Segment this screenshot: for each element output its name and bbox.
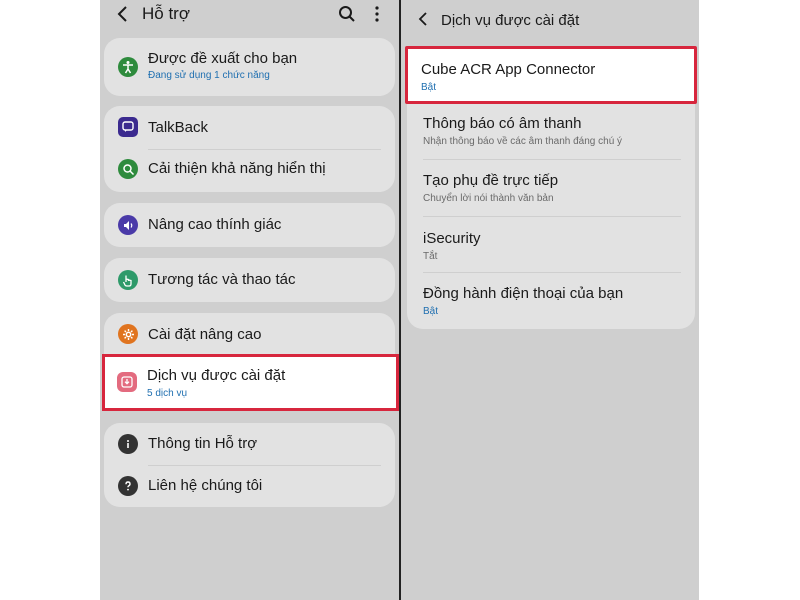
recommended-card: Được đề xuất cho bạn Đang sử dụng 1 chức… (104, 38, 395, 96)
service-subtitle: Nhận thông báo về các âm thanh đáng chú … (423, 136, 623, 147)
menu-item-label: Tương tác và thao tác (148, 271, 296, 288)
menu-item-visibility[interactable]: Cải thiện khả năng hiển thị (104, 149, 395, 192)
support-card: Thông tin Hỗ trợ Liên hệ chúng tôi (104, 423, 395, 507)
menu-item-label: Cài đặt nâng cao (148, 326, 262, 343)
header: Dịch vụ được cài đặt (401, 0, 699, 30)
menu-item-subtitle: Đang sử dụng 1 chức năng (148, 70, 270, 81)
menu-item-label: Liên hệ chúng tôi (148, 477, 263, 494)
touch-icon (118, 270, 138, 290)
talkback-icon (118, 117, 138, 137)
service-item-isecurity[interactable]: iSecurity Tắt (407, 217, 695, 273)
menu-item-label: Cải thiện khả năng hiển thị (148, 160, 326, 177)
service-item-sound-notifications[interactable]: Thông báo có âm thanh Nhận thông báo về … (407, 103, 695, 160)
menu-item-installed-services[interactable]: Dịch vụ được cài đặt 5 dịch vụ (102, 354, 399, 411)
menu-item-interaction[interactable]: Tương tác và thao tác (104, 258, 395, 302)
installed-services-panel: Dịch vụ được cài đặt Thông báo có âm tha… (401, 0, 699, 600)
installed-services-icon (117, 372, 137, 392)
service-item-live-caption[interactable]: Tạo phụ đề trực tiếp Chuyển lời nói thàn… (407, 160, 695, 217)
back-icon[interactable] (417, 10, 435, 30)
page-title: Dịch vụ được cài đặt (441, 12, 580, 29)
menu-item-subtitle: 5 dịch vụ (147, 388, 188, 399)
service-subtitle: Chuyển lời nói thành văn bản (423, 193, 554, 204)
service-subtitle: Bật (423, 306, 439, 317)
help-icon (118, 476, 138, 496)
menu-item-label: Nâng cao thính giác (148, 216, 282, 233)
accessibility-panel: Hỗ trợ Được đề xuất cho bạn Đang sử dụng… (100, 0, 399, 600)
hearing-card: Nâng cao thính giác (104, 203, 395, 247)
menu-item-contact-us[interactable]: Liên hệ chúng tôi (104, 465, 395, 507)
menu-item-recommended[interactable]: Được đề xuất cho bạn Đang sử dụng 1 chức… (104, 38, 395, 96)
accessibility-icon (118, 57, 138, 77)
menu-item-talkback[interactable]: TalkBack (104, 106, 395, 149)
service-label: Thông báo có âm thanh (423, 115, 582, 132)
service-label: Tạo phụ đề trực tiếp (423, 172, 559, 189)
visibility-zoom-icon (118, 159, 138, 179)
service-item-cube-acr[interactable]: Cube ACR App Connector Bật (405, 46, 697, 104)
menu-item-label: Thông tin Hỗ trợ (148, 435, 258, 452)
menu-item-advanced-settings[interactable]: Cài đặt nâng cao (104, 313, 395, 355)
menu-item-support-info[interactable]: Thông tin Hỗ trợ (104, 423, 395, 465)
service-item-phone-companion[interactable]: Đồng hành điện thoại của bạn Bật (407, 273, 695, 329)
search-icon[interactable] (338, 5, 356, 23)
service-label: Cube ACR App Connector (421, 61, 596, 78)
service-subtitle: Tắt (423, 251, 438, 262)
more-vertical-icon[interactable] (368, 5, 386, 23)
header: Hỗ trợ (100, 0, 399, 30)
service-subtitle: Bật (421, 82, 437, 93)
menu-item-label: Dịch vụ được cài đặt (147, 367, 286, 384)
page-title: Hỗ trợ (142, 4, 190, 23)
menu-item-hearing[interactable]: Nâng cao thính giác (104, 203, 395, 247)
interaction-card: Tương tác và thao tác (104, 258, 395, 302)
vision-card: TalkBack Cải thiện khả năng hiển thị (104, 106, 395, 192)
back-icon[interactable] (116, 4, 134, 24)
menu-item-label: Được đề xuất cho bạn (148, 50, 298, 67)
advanced-settings-icon (118, 324, 138, 344)
info-icon (118, 434, 138, 454)
service-label: iSecurity (423, 230, 481, 247)
menu-item-label: TalkBack (148, 119, 209, 136)
hearing-icon (118, 215, 138, 235)
service-label: Đồng hành điện thoại của bạn (423, 285, 624, 302)
